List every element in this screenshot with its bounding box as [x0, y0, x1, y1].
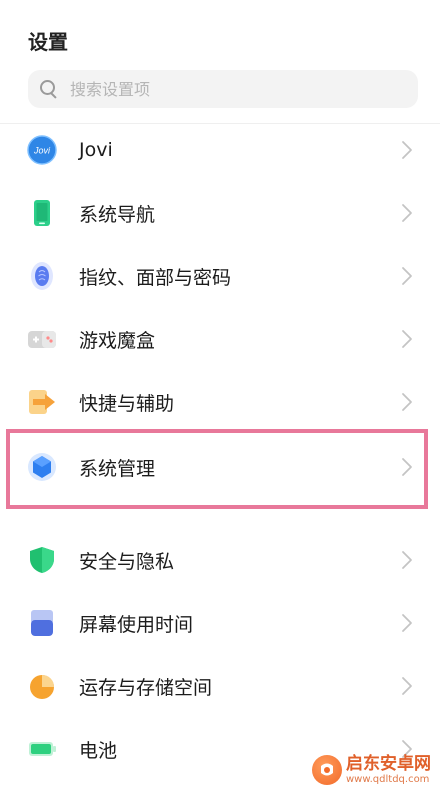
chevron-right-icon	[401, 203, 413, 223]
shield-icon	[27, 545, 57, 575]
chevron-right-icon	[401, 266, 413, 286]
settings-item-label: Jovi	[79, 139, 113, 161]
shortcut-icon	[27, 387, 57, 417]
settings-item-game-box[interactable]: 游戏魔盒	[0, 309, 440, 369]
search-bar[interactable]	[28, 70, 418, 108]
settings-item-label: 屏幕使用时间	[79, 613, 194, 636]
search-icon	[40, 80, 58, 99]
settings-item-label: 快捷与辅助	[79, 392, 175, 415]
settings-item-screen-time[interactable]: 屏幕使用时间	[0, 593, 440, 653]
settings-item-label: 电池	[79, 739, 118, 762]
settings-item-security-privacy[interactable]: 安全与隐私	[0, 530, 440, 590]
settings-item-label: 安全与隐私	[79, 550, 175, 573]
chevron-right-icon	[401, 140, 413, 160]
settings-item-jovi[interactable]: Jovi Jovi	[0, 120, 440, 180]
settings-item-fingerprint[interactable]: 指纹、面部与密码	[0, 246, 440, 306]
settings-item-navigation[interactable]: 系统导航	[0, 183, 440, 243]
search-input[interactable]	[68, 78, 392, 100]
settings-item-label: 游戏魔盒	[79, 329, 156, 352]
highlight-box	[6, 429, 428, 509]
chevron-right-icon	[401, 613, 413, 633]
screen-time-icon	[27, 608, 57, 638]
fingerprint-icon	[27, 261, 57, 291]
svg-text:Jovi: Jovi	[33, 146, 51, 156]
gamepad-icon	[27, 324, 57, 354]
jovi-icon: Jovi	[27, 135, 57, 165]
storage-pie-icon	[27, 671, 57, 701]
chevron-right-icon	[401, 550, 413, 570]
watermark-url: www.qdltdq.com	[346, 773, 430, 785]
battery-icon	[27, 734, 57, 764]
page-title: 设置	[28, 30, 68, 54]
settings-item-shortcuts[interactable]: 快捷与辅助	[0, 372, 440, 432]
phone-icon	[27, 198, 57, 228]
settings-item-label: 运存与存储空间	[79, 676, 213, 699]
watermark: 启东安卓网 www.qdltdq.com	[312, 755, 431, 785]
settings-item-label: 指纹、面部与密码	[79, 266, 232, 289]
watermark-name: 启东安卓网	[346, 753, 431, 774]
chevron-right-icon	[401, 392, 413, 412]
chevron-right-icon	[401, 676, 413, 696]
chevron-right-icon	[401, 329, 413, 349]
settings-item-storage[interactable]: 运存与存储空间	[0, 656, 440, 716]
settings-item-label: 系统导航	[79, 203, 156, 226]
watermark-logo-icon	[312, 755, 342, 785]
